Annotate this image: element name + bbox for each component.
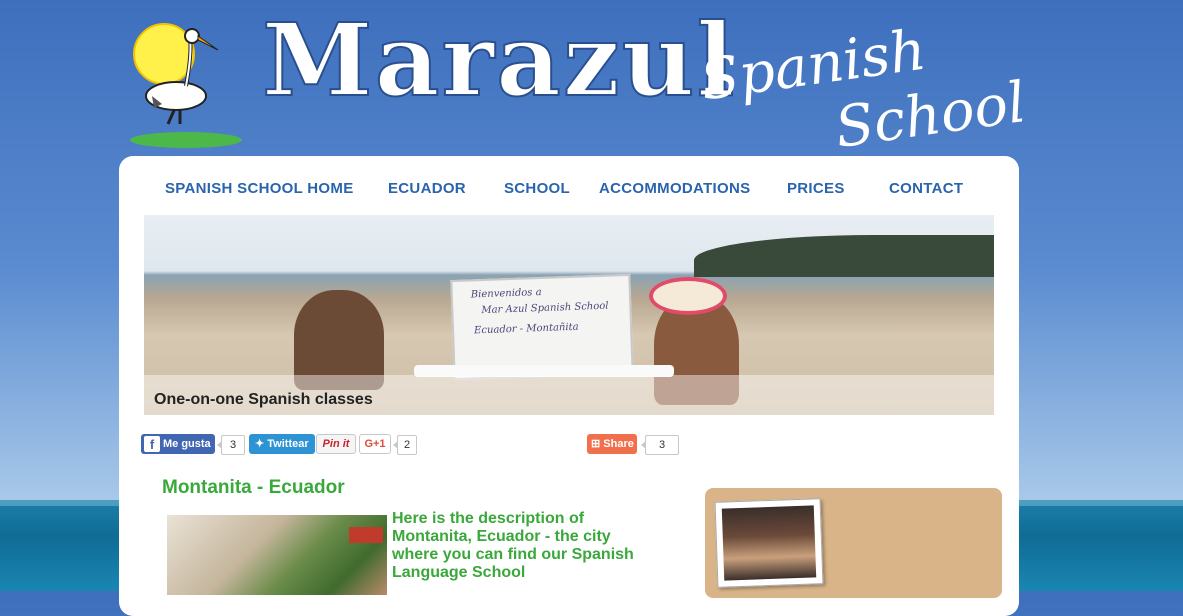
pin-it-label: Pin it: [322, 438, 350, 450]
share-button[interactable]: ⊞ Share: [587, 434, 637, 454]
share-count: 3: [641, 435, 679, 455]
nav-item-contact[interactable]: CONTACT: [889, 180, 963, 197]
twitter-bird-icon: ✦: [255, 438, 265, 450]
nav-item-school[interactable]: SCHOOL: [504, 180, 570, 197]
page-heading: Montanita - Ecuador: [162, 477, 345, 498]
nav-item-accommodations[interactable]: ACCOMMODATIONS: [599, 180, 750, 197]
facebook-icon: f: [144, 436, 160, 452]
main-nav: SPANISH SCHOOL HOME ECUADOR SCHOOL ACCOM…: [119, 180, 1019, 202]
hero-banner-image: Bienvenidos a Mar Azul Spanish School Ec…: [144, 215, 994, 415]
board-text-2: Mar Azul Spanish School: [481, 300, 609, 317]
gplus-label: G+1: [364, 438, 386, 450]
site-title[interactable]: Marazul: [261, 9, 736, 111]
facebook-like-label: Me gusta: [163, 438, 211, 450]
nav-item-home[interactable]: SPANISH SCHOOL HOME: [165, 180, 354, 197]
stork-logo-icon[interactable]: [128, 14, 248, 154]
student-group-photo[interactable]: [714, 498, 824, 588]
tweet-button[interactable]: ✦ Twittear: [249, 434, 315, 454]
board-text-1: Bienvenidos a: [470, 286, 542, 301]
social-bar: f Me gusta 3 ✦ Twittear Pin it G+1 2: [141, 434, 441, 455]
google-plus-count: 2: [393, 435, 417, 455]
group-photo-image: [721, 505, 817, 581]
site-subtitle: Spanish School: [697, 18, 1030, 161]
board-text-3: Ecuador - Montañita: [473, 321, 579, 337]
montanita-street-image: [167, 515, 387, 595]
tweet-label: Twittear: [267, 438, 309, 450]
facebook-like-button[interactable]: f Me gusta: [141, 434, 215, 454]
facebook-like-count: 3: [217, 435, 245, 455]
plus-icon: ⊞: [591, 438, 601, 450]
pinterest-pin-button[interactable]: Pin it: [316, 434, 356, 454]
banner-hill: [694, 235, 994, 277]
banner-caption: One-on-one Spanish classes: [154, 391, 373, 408]
city-description: Here is the description of Montanita, Ec…: [392, 510, 634, 581]
sun-hat: [649, 277, 727, 315]
share-label: Share: [603, 438, 634, 450]
nav-item-prices[interactable]: PRICES: [787, 180, 845, 197]
share-bar: ⊞ Share 3: [587, 434, 687, 455]
nav-item-ecuador[interactable]: ECUADOR: [388, 180, 466, 197]
street-sign: [349, 527, 383, 543]
google-plus-button[interactable]: G+1: [359, 434, 391, 454]
